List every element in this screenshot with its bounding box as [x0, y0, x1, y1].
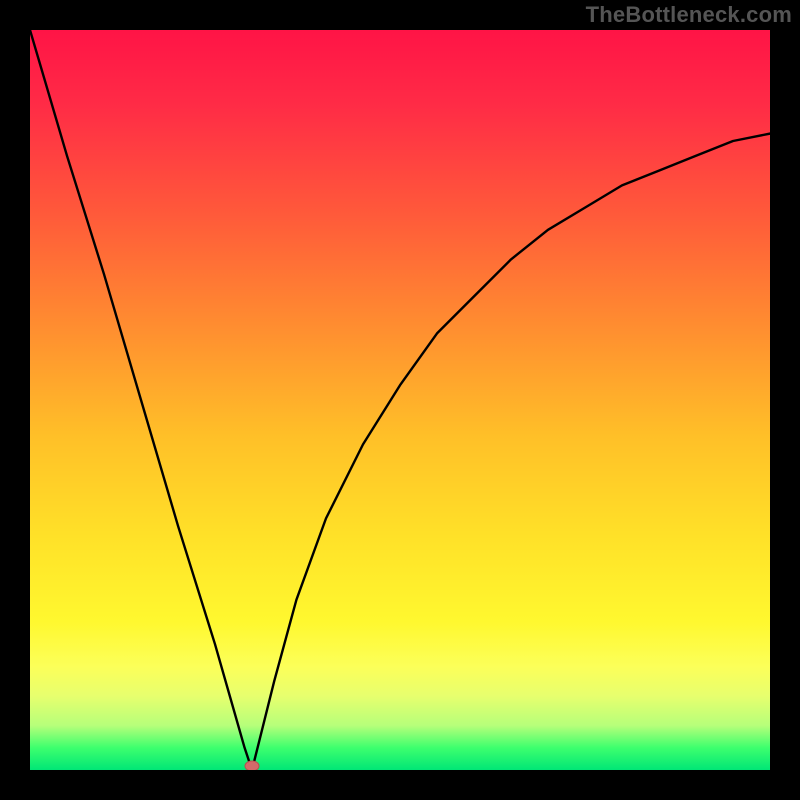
bottleneck-curve	[30, 30, 770, 770]
curve-layer	[30, 30, 770, 770]
plot-area	[30, 30, 770, 770]
attribution-label: TheBottleneck.com	[586, 2, 792, 28]
optimal-point-marker	[245, 761, 259, 770]
chart-frame: TheBottleneck.com	[0, 0, 800, 800]
